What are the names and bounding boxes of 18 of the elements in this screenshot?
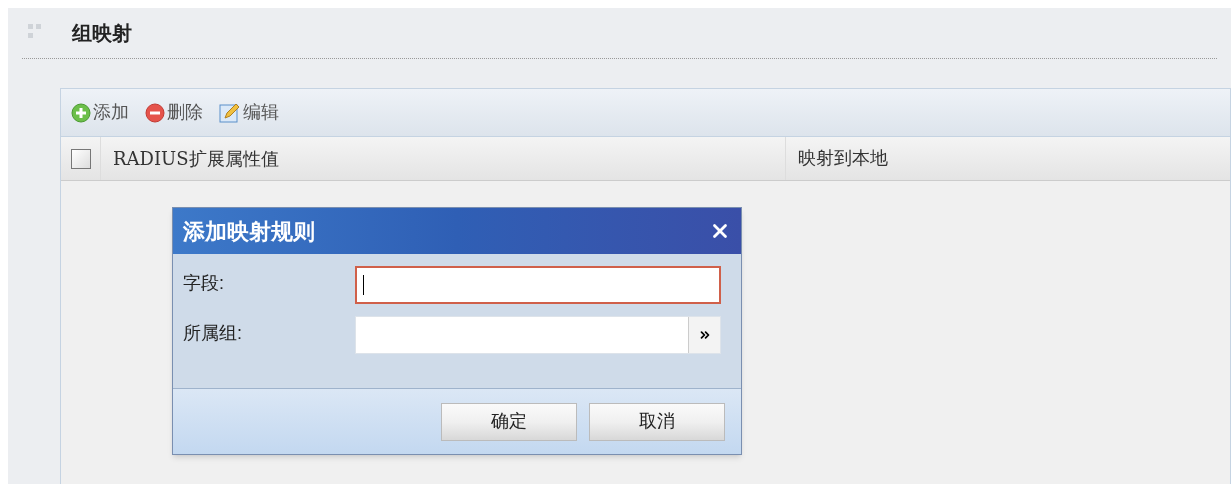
field-label: 字段:: [183, 272, 225, 295]
picker-button[interactable]: [688, 317, 720, 353]
dialog-button[interactable]: 确定: [441, 402, 577, 441]
plus-icon: [71, 102, 91, 123]
pencil-icon: [219, 101, 241, 124]
text-field[interactable]: [355, 266, 721, 304]
minus-icon: [145, 102, 165, 123]
edit-button[interactable]: 编辑: [219, 99, 279, 126]
section-title: 组映射: [72, 21, 132, 46]
field-label: 所属组:: [183, 322, 243, 345]
delete-button[interactable]: 删除: [145, 99, 203, 126]
select-all-checkbox[interactable]: [70, 148, 91, 169]
column-header: 映射到本地: [797, 147, 889, 170]
group-picker-field[interactable]: [355, 316, 721, 354]
column-header: RADIUS扩展属性值: [101, 137, 786, 180]
dialog-title: 添加映射规则: [183, 217, 315, 246]
add-button[interactable]: 添加: [71, 99, 129, 126]
dialog-button[interactable]: 取消: [589, 402, 725, 441]
